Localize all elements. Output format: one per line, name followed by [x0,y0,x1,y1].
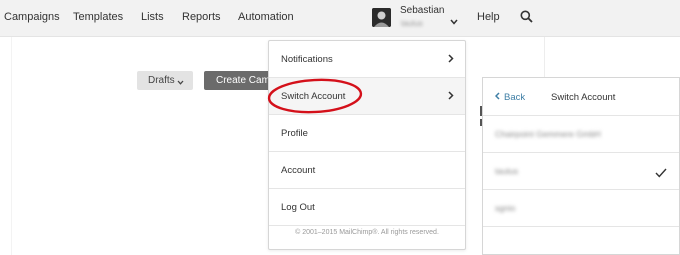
user-account-name: tautus [401,19,423,28]
create-campaign-label: Create Campaign [216,75,274,86]
chevron-right-icon [448,91,454,103]
chevron-down-icon [177,77,184,88]
account-dropdown-menu: Notifications Switch Account Profile Acc… [268,40,466,250]
nav-templates[interactable]: Templates [73,11,123,23]
menu-item-label: Account [281,165,316,176]
menu-item-profile[interactable]: Profile [269,115,465,152]
avatar[interactable] [372,8,391,27]
create-campaign-button[interactable]: Create Campaign [204,71,274,90]
account-name: Chairpoint Gemmere GmbH [495,129,601,139]
nav-help[interactable]: Help [477,11,500,23]
copyright-footer: © 2001–2015 MailChimp®. All rights reser… [295,229,439,236]
menu-item-log-out[interactable]: Log Out [269,189,465,226]
menu-item-notifications[interactable]: Notifications [269,41,465,78]
account-option[interactable]: Chairpoint Gemmere GmbH [483,116,679,153]
switch-account-panel: Back Switch Account Chairpoint Gemmere G… [482,77,680,255]
account-name: tautus [495,166,519,176]
menu-item-label: Notifications [281,54,333,65]
top-navigation: Campaigns Templates Lists Reports Automa… [0,0,680,37]
account-option[interactable]: sgnio [483,190,679,227]
divider [544,37,545,77]
app-screen: Campaigns Templates Lists Reports Automa… [0,0,680,255]
menu-item-switch-account[interactable]: Switch Account [269,78,465,115]
menu-item-label: Switch Account [281,91,346,102]
menu-item-account[interactable]: Account [269,152,465,189]
panel-title: Switch Account [551,92,616,103]
back-label: Back [504,92,526,103]
nav-automation[interactable]: Automation [238,11,294,23]
nav-reports[interactable]: Reports [182,11,221,23]
user-name[interactable]: Sebastian [400,5,444,16]
drafts-filter-button[interactable]: Drafts [137,71,193,90]
menu-item-label: Profile [281,128,308,139]
nav-campaigns[interactable]: Campaigns [4,11,60,23]
chevron-down-icon[interactable] [450,12,458,30]
chevron-right-icon [448,54,454,66]
back-button[interactable]: Back [494,92,526,103]
account-option-selected[interactable]: tautus [483,153,679,190]
switch-account-header: Back Switch Account [483,78,679,116]
search-icon[interactable] [520,10,533,28]
menu-item-label: Log Out [281,202,315,213]
page-edge [0,37,12,255]
checkmark-icon [655,165,667,183]
chevron-left-icon [494,92,500,103]
account-name: sgnio [495,203,516,213]
nav-lists[interactable]: Lists [141,11,164,23]
drafts-label: Drafts [148,75,175,86]
